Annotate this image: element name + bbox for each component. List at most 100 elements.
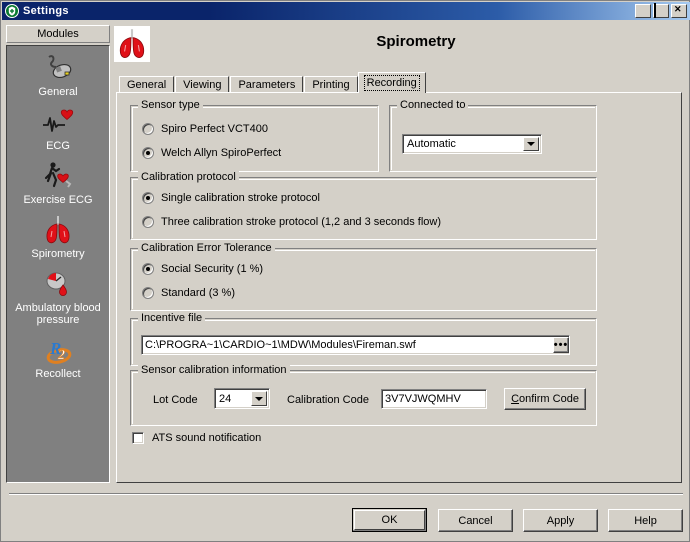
radio-indicator [142, 287, 154, 299]
window-title: Settings [23, 5, 69, 17]
confirm-code-rest: onfirm Code [519, 393, 579, 405]
sensor-type-group: Sensor type Spiro Perfect VCT400 Welch A… [130, 99, 379, 172]
incentive-file-group: Incentive file C:\PROGRA~1\CARDIO~1\MDW\… [130, 312, 597, 366]
minimize-button[interactable] [635, 4, 651, 18]
calibration-error-tolerance-legend: Calibration Error Tolerance [138, 242, 275, 254]
lot-code-label: Lot Code [153, 394, 198, 406]
connected-to-combobox[interactable]: Automatic [402, 134, 542, 154]
radio-single-calibration-stroke-protocol[interactable]: Single calibration stroke protocol [142, 192, 320, 204]
maximize-button[interactable] [653, 3, 669, 18]
browse-incentive-file-button[interactable]: ••• [553, 337, 569, 353]
radio-indicator [142, 216, 154, 228]
sidebar-item-general[interactable]: General [7, 51, 109, 98]
chevron-down-icon[interactable] [251, 391, 267, 406]
sidebar-item-label: ECG [46, 140, 70, 152]
calibration-error-tolerance-group: Calibration Error Tolerance Social Secur… [130, 242, 597, 311]
ats-sound-notification-checkbox[interactable]: ATS sound notification [132, 432, 261, 444]
apply-button[interactable]: Apply [523, 509, 598, 532]
confirm-code-button[interactable]: Confirm Code [504, 388, 586, 410]
radio-indicator [142, 147, 154, 159]
tab-viewing[interactable]: Viewing [175, 76, 230, 93]
modules-header-label: Modules [37, 28, 79, 40]
lot-code-value: 24 [219, 392, 232, 405]
tab-strip: General Viewing Parameters Printing Reco… [119, 72, 426, 93]
help-button-label: Help [634, 514, 657, 527]
ok-button[interactable]: OK [352, 508, 427, 532]
apply-button-label: Apply [546, 514, 575, 527]
lot-code-combobox[interactable]: 24 [214, 388, 270, 409]
r2-recollect-icon: R 2 [41, 333, 75, 367]
sensor-calibration-information-legend: Sensor calibration information [138, 364, 290, 376]
cancel-button[interactable]: Cancel [438, 509, 513, 532]
window-controls: ✕ [635, 3, 687, 18]
modules-list: General ECG Exercise ECG Spirometry Ambu… [6, 45, 110, 483]
runner-heart-icon [41, 159, 75, 193]
ats-sound-notification-label: ATS sound notification [152, 432, 262, 444]
tab-label: General [127, 79, 167, 91]
tab-printing[interactable]: Printing [304, 76, 358, 93]
incentive-file-value: C:\PROGRA~1\CARDIO~1\MDW\Modules\Fireman… [145, 339, 416, 351]
page-title: Spirometry [376, 33, 456, 50]
sidebar-item-label: Ambulatory blood pressure [15, 302, 101, 326]
radio-standard[interactable]: Standard (3 %) [142, 287, 235, 299]
footer-divider [9, 493, 683, 495]
close-button[interactable]: ✕ [671, 4, 687, 18]
ellipsis-icon: ••• [553, 339, 569, 351]
tab-label: Parameters [238, 79, 296, 91]
radio-label: Social Security (1 %) [161, 263, 264, 275]
calibration-code-input[interactable]: 3V7VJWQMHV [381, 389, 487, 409]
sidebar-item-spirometry[interactable]: Spirometry [7, 213, 109, 260]
ecg-heart-icon [41, 105, 75, 139]
svg-text:2: 2 [57, 348, 65, 363]
radio-spiro-perfect-vct400[interactable]: Spiro Perfect VCT400 [142, 123, 268, 135]
sidebar-item-ecg[interactable]: ECG [7, 105, 109, 152]
radio-three-calibration-stroke-protocol[interactable]: Three calibration stroke protocol (1,2 a… [142, 216, 441, 228]
recording-tab-panel: Sensor type Spiro Perfect VCT400 Welch A… [116, 92, 682, 483]
help-button[interactable]: Help [608, 509, 683, 532]
radio-social-security[interactable]: Social Security (1 %) [142, 263, 263, 275]
modules-sidebar: Modules General ECG Exercise ECG Spirome… [6, 25, 110, 483]
modules-header: Modules [6, 25, 110, 43]
window-titlebar: Settings ✕ [2, 2, 690, 20]
tab-label: Printing [312, 79, 350, 91]
calibration-protocol-group: Calibration protocol Single calibration … [130, 171, 597, 240]
sidebar-item-label: Recollect [35, 368, 81, 380]
radio-label: Three calibration stroke protocol (1,2 a… [161, 216, 442, 228]
connected-to-legend: Connected to [397, 99, 469, 111]
tab-parameters[interactable]: Parameters [230, 76, 304, 93]
sidebar-item-exercise-ecg[interactable]: Exercise ECG [7, 159, 109, 206]
radio-label: Standard (3 %) [161, 287, 235, 299]
chevron-down-icon[interactable] [523, 137, 539, 151]
radio-label: Welch Allyn SpiroPerfect [161, 147, 282, 159]
lungs-icon [41, 213, 75, 247]
confirm-code-label: Confirm Code [511, 393, 579, 405]
radio-label: Single calibration stroke protocol [161, 192, 320, 204]
sidebar-item-label: Spirometry [31, 248, 85, 260]
cancel-button-label: Cancel [458, 514, 493, 527]
incentive-file-input[interactable]: C:\PROGRA~1\CARDIO~1\MDW\Modules\Fireman… [141, 335, 570, 355]
sensor-type-legend: Sensor type [138, 99, 203, 111]
calibration-code-label: Calibration Code [287, 394, 369, 406]
tab-general[interactable]: General [119, 76, 175, 93]
maximize-icon [654, 3, 656, 18]
checkbox-indicator [132, 432, 144, 444]
calibration-protocol-legend: Calibration protocol [138, 171, 239, 183]
bp-cuff-drop-icon [41, 267, 75, 301]
settings-window: Settings ✕ Modules General ECG Exercise … [0, 0, 690, 542]
connected-to-value: Automatic [407, 138, 456, 150]
confirm-code-accel: C [511, 393, 520, 405]
sidebar-item-label: Exercise ECG [23, 194, 93, 206]
calibration-code-value: 3V7VJWQMHV [385, 393, 461, 405]
radio-welch-allyn-spiroperfect[interactable]: Welch Allyn SpiroPerfect [142, 147, 281, 159]
connected-to-group: Connected to Automatic [389, 99, 597, 172]
sidebar-item-label: General [38, 86, 78, 98]
page-lungs-icon [114, 26, 150, 62]
sidebar-item-recollect[interactable]: R 2 Recollect [7, 333, 109, 380]
tab-label: Viewing [183, 79, 222, 91]
tab-recording[interactable]: Recording [357, 72, 426, 93]
shield-icon [5, 4, 19, 18]
radio-indicator [142, 123, 154, 135]
radio-indicator [142, 192, 154, 204]
tab-label: Recording [363, 75, 420, 91]
sidebar-item-ambulatory-blood-pressure[interactable]: Ambulatory blood pressure [7, 267, 109, 326]
